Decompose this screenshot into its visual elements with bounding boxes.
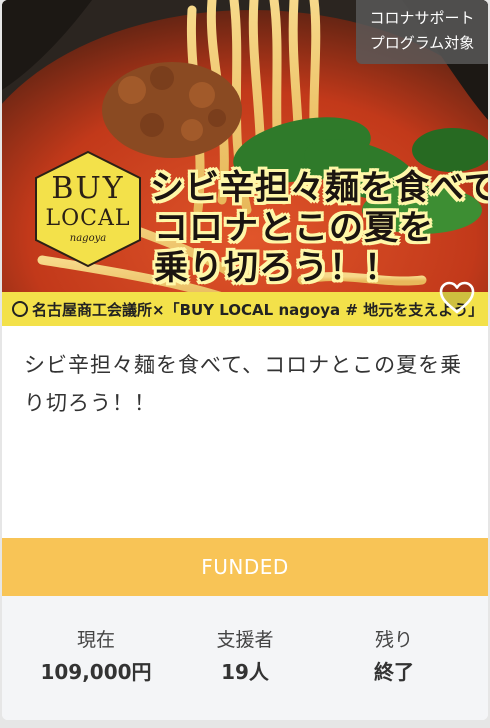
heart-outline-icon [439,281,475,314]
logo-local-text: LOCAL [45,206,131,231]
stat-value: 109,000円 [40,660,152,684]
project-image[interactable]: BUY LOCAL nagoya シビ辛担々麺を食べて、 コロナとこの夏を 乗り… [2,0,488,326]
stat-label: 現在 [76,629,115,651]
favorite-button[interactable] [438,280,476,316]
stat-label: 支援者 [216,629,274,651]
tag-line-2: プログラム対象 [369,34,475,52]
corona-support-tag: コロナサポート プログラム対象 [356,0,488,64]
stat-value: 終了 [374,660,414,684]
stat-value: 19人 [221,660,269,684]
logo-nagoya-text: nagoya [69,233,107,244]
hero-headline-line-3: 乗り切ろう！！ [154,248,399,288]
funding-status-label: FUNDED [201,555,289,579]
stat-remaining: 残り 終了 [324,596,464,720]
stat-supporters: 支援者 19人 [175,596,315,720]
hero-sponsor-text: 名古屋商工会議所×「BUY LOCAL nagoya # 地元を支えよう」 [32,300,484,319]
project-title[interactable]: シビ辛担々麺を食べて、コロナとこの夏を乗り切ろう！！ [24,346,470,422]
buy-local-logo: BUY LOCAL nagoya [32,150,144,268]
hero-sponsor-banner: 名古屋商工会議所×「BUY LOCAL nagoya # 地元を支えよう」 [2,292,488,326]
tag-line-1: コロナサポート [369,9,475,27]
stat-label: 残り [374,629,413,651]
logo-buy-text: BUY [51,171,125,206]
stat-current-amount: 現在 109,000円 [26,596,166,720]
project-card[interactable]: BUY LOCAL nagoya シビ辛担々麺を食べて、 コロナとこの夏を 乗り… [2,0,488,720]
funding-status-bar: FUNDED [2,538,488,596]
chamber-emblem-icon [12,301,28,317]
project-stats: 現在 109,000円 支援者 19人 残り 終了 [2,596,488,720]
